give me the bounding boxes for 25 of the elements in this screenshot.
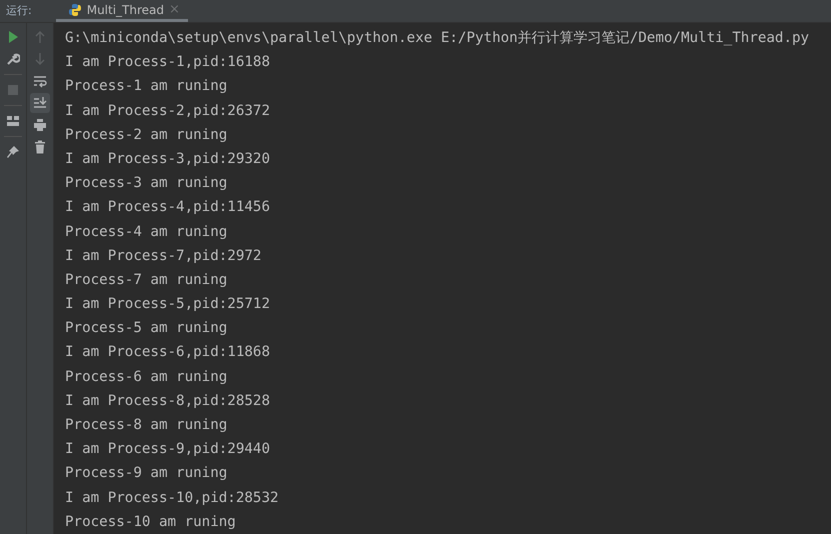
console-line: I am Process-8,pid:28528 [65, 392, 271, 411]
console-line: G:\miniconda\setup\envs\parallel\python.exe E:/Python并行计算学习笔记/Demo/Multi_Thread.py [65, 29, 810, 48]
console-line: Process-6 am runing [65, 368, 228, 387]
console-line: I am Process-10,pid:28532 [65, 488, 280, 508]
console-line: I am Process-9,pid:29440 [65, 440, 271, 460]
console-line: Process-1 am runing [65, 77, 228, 96]
console-line: Process-9 am runing [65, 464, 228, 484]
console-line: I am Process-6,pid:11868 [65, 343, 271, 362]
console-line: Process-4 am runing [65, 222, 228, 242]
scroll-to-end-icon[interactable] [30, 93, 50, 113]
console-line: Process-10 am runing [65, 512, 237, 532]
console-line: I am Process-1,pid:16188 [65, 53, 271, 72]
console-line: I am Process-7,pid:2972 [65, 246, 262, 266]
console-line: Process-8 am runing [65, 416, 228, 435]
console-line: I am Process-4,pid:11456 [65, 198, 271, 218]
console-line: Process-2 am runing [65, 126, 228, 145]
console-line: Process-5 am runing [65, 319, 228, 338]
console-line: I am Process-3,pid:29320 [65, 150, 271, 169]
console-line: I am Process-5,pid:25712 [65, 295, 271, 314]
run-label: 运行: [5, 3, 33, 19]
console-line: Process-7 am runing [65, 270, 228, 290]
console-tab[interactable]: Multi_Thread × [56, 0, 188, 22]
python-logo-icon [68, 2, 82, 16]
console-line: Process-3 am runing [65, 174, 228, 194]
console-line: I am Process-2,pid:26372 [65, 102, 271, 121]
